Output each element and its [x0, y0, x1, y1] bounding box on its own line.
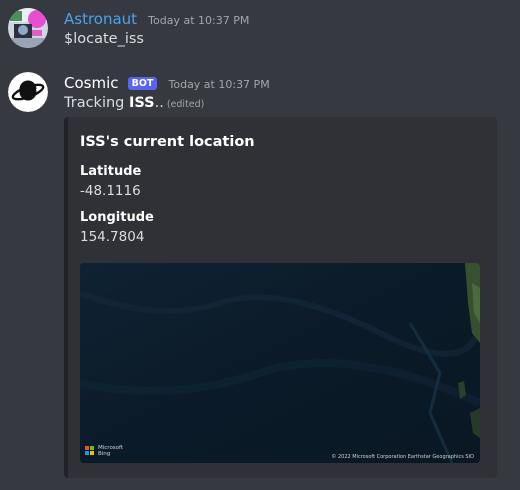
message-cosmic: Cosmic BOT Today at 10:37 PM Tracking IS…	[0, 0, 520, 490]
map-image[interactable]: Microsoft Bing © 2022 Microsoft Corporat…	[80, 263, 480, 463]
message-header: Cosmic BOT Today at 10:37 PM	[64, 73, 270, 92]
embed-title: ISS's current location	[80, 134, 255, 150]
timestamp[interactable]: Today at 10:37 PM	[169, 78, 270, 91]
map-copyright: © 2022 Microsoft Corporation Earthstar G…	[331, 454, 474, 460]
username[interactable]: Cosmic	[64, 74, 119, 92]
message-content: Tracking ISS.. (edited)	[64, 95, 204, 111]
microsoft-logo-icon	[85, 446, 95, 456]
field-name-latitude: Latitude	[80, 164, 142, 179]
content-bold: ISS	[128, 95, 155, 111]
content-prefix: Tracking	[64, 95, 129, 111]
embed: ISS's current location Latitude -48.1116…	[64, 117, 497, 478]
field-value-latitude: -48.1116	[80, 183, 141, 199]
bing-logo-text: Microsoft Bing	[98, 445, 124, 457]
bot-tag: BOT	[127, 77, 158, 90]
field-value-longitude: 154.7804	[80, 229, 145, 245]
edited-label: (edited)	[166, 99, 205, 110]
bing-attribution: Microsoft Bing	[85, 445, 123, 457]
planet-avatar-icon[interactable]	[8, 72, 48, 112]
field-name-longitude: Longitude	[80, 210, 154, 225]
content-suffix: ..	[154, 95, 164, 111]
